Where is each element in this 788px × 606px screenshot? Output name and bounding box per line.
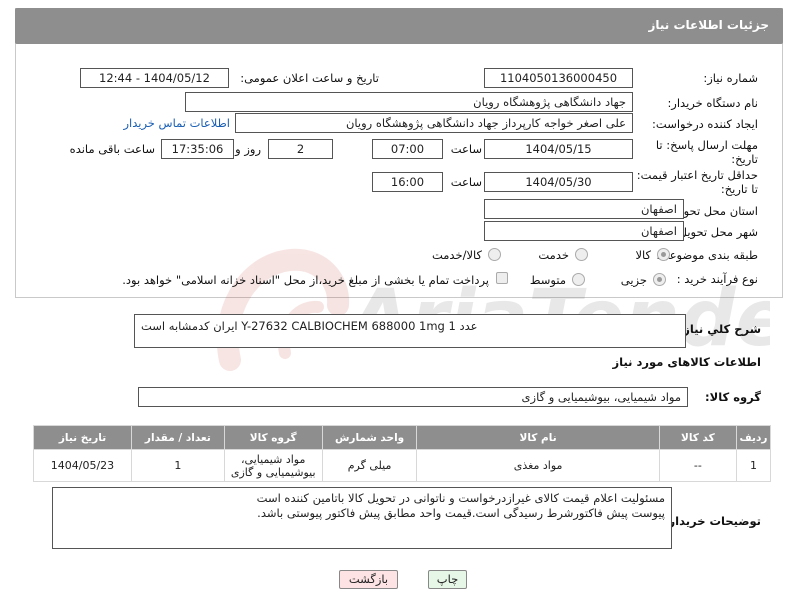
category-radio-goods[interactable] [657, 248, 670, 261]
goods-group-label: گروه کالا: [705, 390, 761, 404]
col-unit: واحد شمارش [321, 425, 418, 450]
time-remaining-label: ساعت باقی مانده [69, 142, 155, 156]
back-button[interactable]: بازگشت [339, 570, 398, 589]
category-option-goods: کالا [635, 248, 651, 262]
process-radio-medium[interactable] [572, 273, 585, 286]
panel-header: جزئیات اطلاعات نیاز [15, 8, 783, 44]
announce-date-field[interactable]: 1404/05/12 - 12:44 [80, 68, 229, 88]
creator-label: ایجاد کننده درخواست: [652, 117, 758, 131]
cell-quantity: 1 [130, 449, 225, 482]
col-row: ردیف [736, 425, 771, 450]
buyer-org-field[interactable]: جهاد دانشگاهی پژوهشگاه رویان [185, 92, 633, 112]
buyer-notes-line-1: مسئولیت اعلام قیمت کالای غیرازدرخواست و … [256, 491, 665, 505]
process-radio-minor[interactable] [653, 273, 666, 286]
description-label: شرح کلي نياز: [678, 322, 761, 336]
creator-field[interactable]: علی اصغر خواجه کارپرداز جهاد دانشگاهی پژ… [235, 113, 633, 133]
treasury-checkbox[interactable] [496, 272, 508, 284]
deadline-time-label: ساعت [450, 142, 482, 156]
cell-date: 1404/05/23 [33, 449, 132, 482]
city-field[interactable]: اصفهان [484, 221, 684, 241]
description-field[interactable]: ایران کدمشابه است Y-27632 CALBIOCHEM 688… [134, 314, 686, 348]
col-quantity: تعداد / مقدار [130, 425, 225, 450]
validity-date-field[interactable]: 1404/05/30 [484, 172, 633, 192]
days-label: روز و [235, 142, 261, 156]
goods-group-field[interactable]: مواد شیمیایی، بیوشیمیایی و گازی [138, 387, 688, 407]
days-remaining-field[interactable]: 2 [268, 139, 333, 159]
table-row[interactable]: 1 -- مواد مغذی میلی گرم مواد شیمیایی، بی… [33, 449, 771, 482]
col-code: کد کالا [658, 425, 738, 450]
description-text: ایران کدمشابه است Y-27632 CALBIOCHEM 688… [141, 319, 478, 333]
process-option-medium: متوسط [529, 273, 566, 287]
announce-label: تاریخ و ساعت اعلان عمومی: [240, 71, 379, 85]
items-table: ردیف کد کالا نام کالا واحد شمارش گروه کا… [33, 425, 771, 482]
category-option-service: خدمت [538, 248, 569, 262]
deadline-time-field[interactable]: 07:00 [372, 139, 443, 159]
validity-time-label: ساعت [450, 175, 482, 189]
print-button[interactable]: چاپ [428, 570, 467, 589]
cell-name: مواد مغذی [416, 449, 660, 482]
cell-group: مواد شیمیایی، بیوشیمیایی و گازی [223, 449, 323, 482]
cell-unit: میلی گرم [321, 449, 418, 482]
payment-note: پرداخت تمام یا بخشی از مبلغ خرید،از محل … [122, 273, 489, 287]
process-option-minor: جزیی [620, 273, 647, 287]
cell-row: 1 [736, 449, 771, 482]
buyer-notes-field[interactable]: مسئولیت اعلام قیمت کالای غیرازدرخواست و … [52, 487, 672, 549]
time-remaining-field[interactable]: 17:35:06 [161, 139, 234, 159]
col-date: تاریخ نیاز [33, 425, 132, 450]
table-header-row: ردیف کد کالا نام کالا واحد شمارش گروه کا… [33, 425, 771, 450]
contact-info-link[interactable]: اطلاعات تماس خریدار [123, 116, 230, 130]
deadline-label-1: مهلت ارسال پاسخ: تا [655, 138, 758, 152]
province-field[interactable]: اصفهان [484, 199, 684, 219]
price-validity-label-1: حداقل تاریخ اعتبار قیمت: [636, 168, 758, 182]
buyer-org-label: نام دستگاه خریدار: [667, 96, 758, 110]
city-label: شهر محل تحویل: [674, 225, 758, 239]
deadline-date-field[interactable]: 1404/05/15 [484, 139, 633, 159]
category-radio-both[interactable] [488, 248, 501, 261]
col-name: نام کالا [416, 425, 660, 450]
need-number-field[interactable]: 1104050136000450 [484, 68, 633, 88]
category-radio-service[interactable] [575, 248, 588, 261]
col-group: گروه کالا [223, 425, 323, 450]
cell-code: -- [658, 449, 738, 482]
buyer-notes-line-2: پیوست پیش فاکتورشرط رسیدگی است.قیمت واحد… [257, 506, 665, 520]
category-option-both: کالا/خدمت [431, 248, 482, 262]
category-label: طبقه بندی موضوعی: [656, 248, 758, 262]
panel-title: جزئیات اطلاعات نیاز [648, 18, 769, 32]
need-number-label: شماره نیاز: [703, 71, 758, 85]
price-validity-label-2: تا تاریخ: [720, 182, 758, 196]
goods-section-title: اطلاعات کالاهای مورد نیاز [612, 355, 761, 369]
process-label: نوع فرآیند خرید : [676, 272, 758, 286]
buyer-notes-label: توضیحات خریدار: [663, 514, 761, 528]
deadline-label-2: تاریخ: [731, 152, 758, 166]
validity-time-field[interactable]: 16:00 [372, 172, 443, 192]
